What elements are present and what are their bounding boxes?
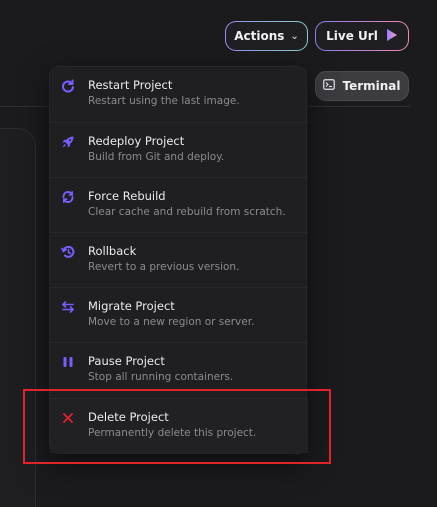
menu-item-title: Pause Project [88,354,165,368]
terminal-button-label: Terminal [342,79,401,93]
menu-item-description: Build from Git and deploy. [88,151,225,163]
content-panel [0,128,36,507]
menu-item-pause-project[interactable]: Pause Project Stop all running container… [50,342,308,397]
menu-item-force-rebuild[interactable]: Force Rebuild Clear cache and rebuild fr… [50,177,308,232]
live-url-button-label: Live Url [326,29,378,43]
terminal-icon [323,79,336,93]
menu-item-description: Revert to a previous version. [88,261,240,273]
swap-arrows-icon [61,299,75,313]
chevron-down-icon: ⌄ [290,31,299,42]
live-url-button[interactable]: Live Url [315,21,409,51]
menu-item-title: Delete Project [88,410,169,424]
menu-item-rollback[interactable]: Rollback Revert to a previous version. [50,232,308,287]
menu-item-title: Redeploy Project [88,134,185,148]
play-icon [386,28,398,45]
menu-item-migrate-project[interactable]: Migrate Project Move to a new region or … [50,287,308,342]
menu-item-delete-project[interactable]: Delete Project Permanently delete this p… [50,398,308,453]
menu-item-title: Migrate Project [88,299,175,313]
app-page: Actions ⌄ Live Url Terminal Restart Proj… [0,0,437,507]
actions-button-label: Actions [234,29,285,43]
terminal-button[interactable]: Terminal [315,71,409,101]
menu-item-redeploy-project[interactable]: Redeploy Project Build from Git and depl… [50,122,308,177]
menu-item-description: Stop all running containers. [88,371,234,383]
history-icon [61,244,75,258]
menu-item-title: Rollback [88,244,137,258]
menu-item-description: Permanently delete this project. [88,427,257,439]
close-icon [61,410,75,424]
restart-icon [61,78,75,93]
menu-item-title: Restart Project [88,78,173,92]
rocket-icon [61,134,75,148]
menu-item-title: Force Rebuild [88,189,166,203]
pause-icon [61,354,75,368]
menu-item-description: Move to a new region or server. [88,316,255,328]
menu-item-description: Clear cache and rebuild from scratch. [88,206,286,218]
menu-item-description: Restart using the last image. [88,95,240,107]
rebuild-icon [61,189,75,203]
actions-menu: Restart Project Restart using the last i… [49,66,308,454]
actions-button[interactable]: Actions ⌄ [225,21,308,51]
menu-item-restart-project[interactable]: Restart Project Restart using the last i… [50,67,308,122]
